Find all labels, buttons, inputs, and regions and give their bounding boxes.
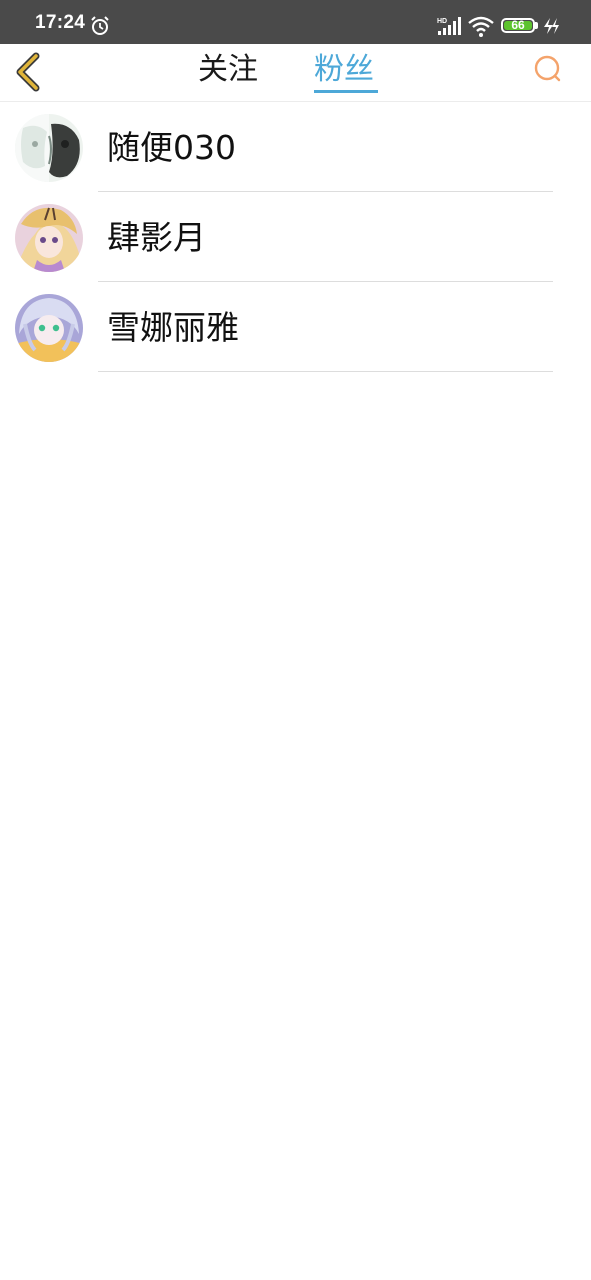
alarm-icon (91, 16, 109, 35)
active-tab-indicator (314, 90, 378, 93)
avatar-bw-pattern[interactable] (15, 114, 83, 182)
search-button[interactable] (530, 52, 566, 88)
chevron-left-icon (16, 52, 40, 92)
status-bar: 17:24 HD 66 (0, 0, 591, 44)
avatar-anime-blonde-girl[interactable] (15, 204, 83, 272)
wifi-icon (468, 16, 494, 37)
list-item[interactable]: 肆影月 (0, 192, 591, 282)
list-item[interactable]: 随便030 (0, 102, 591, 192)
battery-icon: 66 (501, 18, 535, 33)
battery-level: 66 (511, 18, 525, 32)
tab-fans[interactable]: 粉丝 (314, 52, 374, 92)
avatar-anime-silver-hair[interactable] (15, 294, 83, 362)
status-time: 17:24 (35, 12, 86, 33)
divider (98, 371, 553, 372)
list-item[interactable]: 雪娜丽雅 (0, 282, 591, 372)
fan-name[interactable]: 肆影月 (107, 218, 206, 258)
search-icon (534, 55, 561, 82)
battery-tip (535, 22, 538, 29)
fan-name[interactable]: 随便030 (107, 128, 236, 168)
fans-list: 随便030 肆影月 雪娜丽雅 (0, 102, 591, 372)
charging-icon (544, 18, 559, 34)
header: 关注 粉丝 (0, 44, 591, 102)
fan-name[interactable]: 雪娜丽雅 (107, 308, 239, 348)
tab-follow[interactable]: 关注 (198, 52, 258, 92)
network-label: HD (437, 18, 447, 25)
hd-signal-icon: HD (437, 17, 461, 35)
back-button[interactable] (8, 50, 48, 94)
